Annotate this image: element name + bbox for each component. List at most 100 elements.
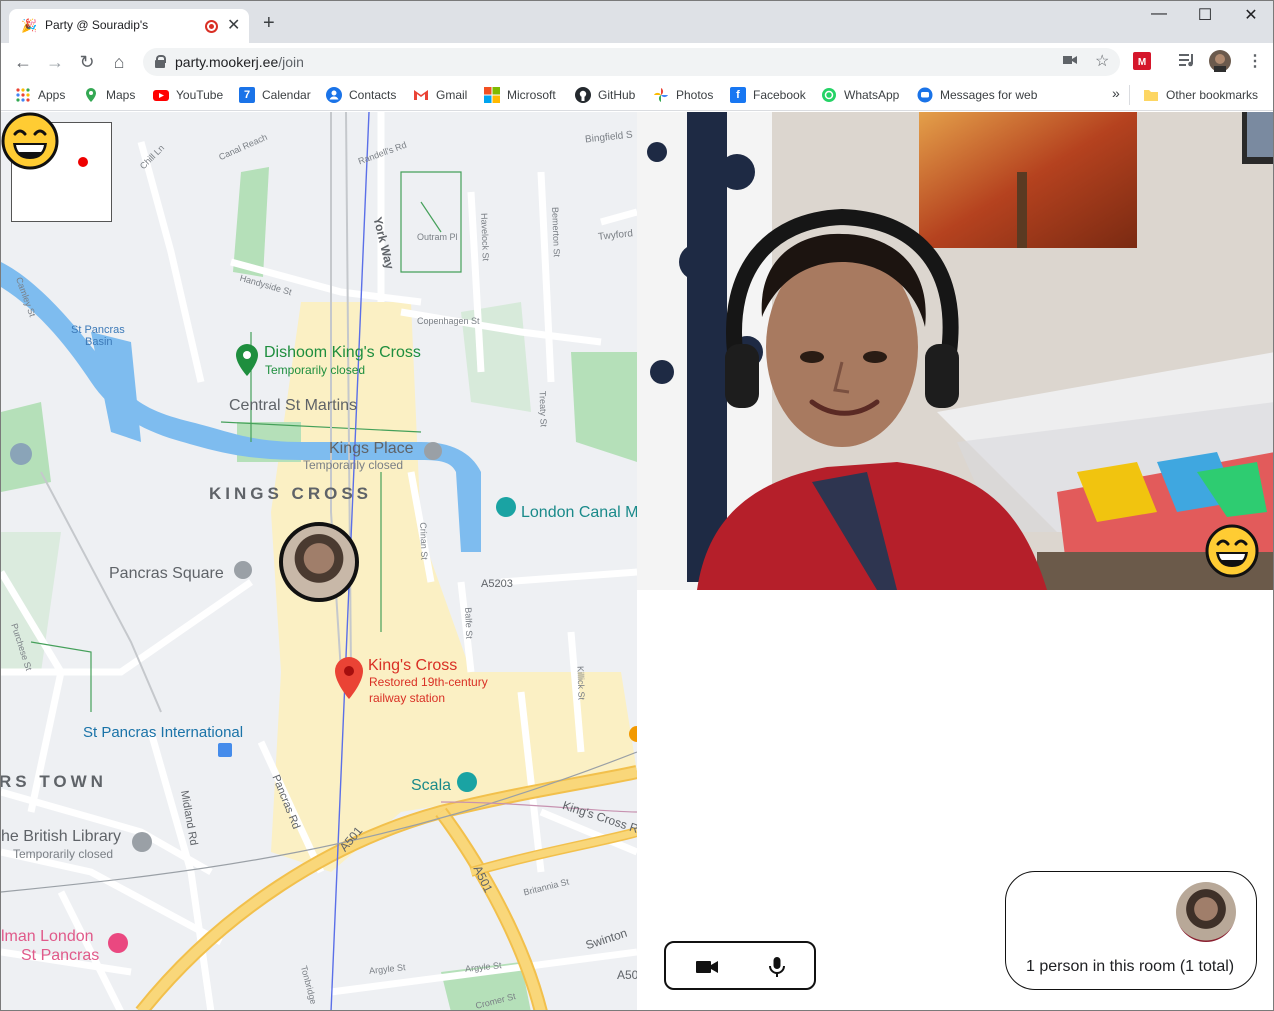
hotel-pin-icon xyxy=(108,933,128,953)
menu-kebab-icon[interactable]: ⋮ xyxy=(1247,51,1263,71)
close-window-button[interactable]: ✕ xyxy=(1228,5,1273,25)
camera-indicator-icon[interactable] xyxy=(1063,53,1077,69)
rail-icon xyxy=(218,743,232,757)
media-controls xyxy=(664,941,816,990)
place-label-kings-cross-station[interactable]: King's Cross xyxy=(368,657,457,675)
bookmark-whatsapp[interactable]: WhatsApp xyxy=(821,87,899,103)
video-camera-icon[interactable] xyxy=(695,956,719,978)
address-bar[interactable]: party.mookerj.ee/join ☆ xyxy=(143,48,1120,76)
forward-button[interactable]: → xyxy=(43,51,67,73)
calendar-icon: 7 xyxy=(239,87,255,103)
bookmark-youtube[interactable]: YouTube xyxy=(153,87,223,103)
place-label-pancras-square[interactable]: Pancras Square xyxy=(109,565,224,583)
url-text: party.mookerj.ee/join xyxy=(175,54,304,70)
home-button[interactable]: ⌂ xyxy=(107,51,131,73)
street-label: Bemerton St xyxy=(550,206,562,258)
local-video-feed xyxy=(637,112,1273,590)
close-tab-icon[interactable]: ✕ xyxy=(227,15,240,35)
github-icon xyxy=(575,87,591,103)
pancras-square-pin-icon xyxy=(234,561,252,579)
maximize-button[interactable]: ☐ xyxy=(1182,5,1228,25)
road-label: A50 xyxy=(617,968,637,982)
canal-museum-pin-icon xyxy=(496,497,516,517)
place-sublabel-british-library: Temporarily closed xyxy=(13,847,114,861)
extension-icon[interactable]: M xyxy=(1133,52,1151,73)
place-label-dishoom[interactable]: Dishoom King's Cross xyxy=(264,344,421,362)
bookmarks-divider xyxy=(1129,85,1130,105)
street-label: Crinan St xyxy=(418,522,430,560)
facebook-icon: f xyxy=(730,87,746,103)
bookmark-microsoft[interactable]: Microsoft xyxy=(484,87,556,103)
youtube-icon xyxy=(153,87,169,103)
kingsplace-pin-icon xyxy=(424,442,442,460)
area-label-somers-town: RS TOWN xyxy=(1,772,107,791)
bookmark-gmail[interactable]: Gmail xyxy=(413,87,467,103)
profile-avatar[interactable] xyxy=(1209,50,1231,75)
bookmark-facebook[interactable]: f Facebook xyxy=(730,87,806,103)
area-label-kings-cross: KINGS CROSS xyxy=(209,484,373,503)
minimize-button[interactable]: — xyxy=(1136,5,1182,23)
place-sublabel-kings-cross-2: railway station xyxy=(369,691,446,705)
lock-icon xyxy=(155,55,166,68)
place-label-scala[interactable]: Scala xyxy=(411,777,451,795)
place-label-st-pancras-intl[interactable]: St Pancras International xyxy=(83,724,243,741)
svg-text:M: M xyxy=(1138,57,1146,68)
place-label-basin: St Pancras Basin xyxy=(71,324,125,348)
street-label: Havelock St xyxy=(479,212,491,262)
whatsapp-icon xyxy=(821,87,837,103)
media-control-icon[interactable] xyxy=(1179,53,1195,70)
left-edge-pin-icon xyxy=(10,443,32,465)
video-frame xyxy=(637,112,1273,590)
room-member-avatar[interactable] xyxy=(1176,882,1236,942)
browser-window: 🎉 Party @ Souradip's ✕ + — ☐ ✕ ← → ↻ ⌂ p… xyxy=(0,0,1274,1011)
bookmark-contacts[interactable]: Contacts xyxy=(326,87,396,103)
microsoft-icon xyxy=(484,87,500,103)
title-bar: 🎉 Party @ Souradip's ✕ + — ☐ ✕ xyxy=(1,1,1273,43)
bookmark-photos[interactable]: Photos xyxy=(653,87,713,103)
user-avatar-on-map[interactable] xyxy=(279,522,359,602)
street-label: Copenhagen St xyxy=(417,316,480,326)
bookmark-apps[interactable]: Apps xyxy=(15,87,65,103)
road-label: A5203 xyxy=(481,578,513,590)
party-popper-icon: 🎉 xyxy=(21,18,38,33)
bookmarks-overflow-button[interactable]: » xyxy=(1112,85,1120,101)
back-button[interactable]: ← xyxy=(11,51,35,73)
maps-pin-icon xyxy=(83,87,99,103)
street-label: Balfe St xyxy=(463,607,475,639)
scala-pin-icon xyxy=(457,772,477,792)
photos-pinwheel-icon xyxy=(653,87,669,103)
street-label: Outram Pl xyxy=(417,232,458,242)
browser-tab[interactable]: 🎉 Party @ Souradip's ✕ xyxy=(9,9,249,43)
bookmark-calendar[interactable]: 7 Calendar xyxy=(239,87,311,103)
new-tab-button[interactable]: + xyxy=(263,13,275,33)
bookmark-messages[interactable]: Messages for web xyxy=(917,87,1037,103)
place-sublabel-kings-place: Temporarily closed xyxy=(303,458,404,472)
bookmark-other[interactable]: Other bookmarks xyxy=(1143,87,1258,103)
reload-button[interactable]: ↻ xyxy=(75,51,99,73)
folder-icon xyxy=(1143,87,1159,103)
toolbar: ← → ↻ ⌂ party.mookerj.ee/join ☆ M ⋮ xyxy=(1,43,1273,81)
gmail-icon xyxy=(413,87,429,103)
place-label-csm[interactable]: Central St Martins xyxy=(229,397,357,415)
grinning-face-emoji-icon xyxy=(1205,524,1259,578)
bookmark-star-icon[interactable]: ☆ xyxy=(1095,51,1109,71)
room-status-text: 1 person in this room (1 total) xyxy=(1026,958,1235,975)
place-label-canal-museum[interactable]: London Canal M xyxy=(521,504,637,522)
library-pin-icon xyxy=(132,832,152,852)
place-label-british-library[interactable]: he British Library xyxy=(1,828,121,846)
place-label-kings-place[interactable]: Kings Place xyxy=(329,440,414,458)
contacts-icon xyxy=(326,87,342,103)
tab-title: Party @ Souradip's xyxy=(45,18,149,32)
dishoom-pin-icon xyxy=(236,344,258,376)
place-sublabel-kings-cross: Restored 19th-century xyxy=(369,675,488,689)
microphone-icon[interactable] xyxy=(765,956,789,978)
bookmark-maps[interactable]: Maps xyxy=(83,87,135,103)
place-label-pullman[interactable]: lman London xyxy=(1,928,94,946)
bookmarks-bar: Apps Maps YouTube 7 Calendar Contacts Gma… xyxy=(1,81,1273,111)
bookmark-github[interactable]: GitHub xyxy=(575,87,635,103)
minimap-position-dot xyxy=(78,157,88,167)
place-sublabel-pullman: St Pancras xyxy=(21,947,100,964)
messages-icon xyxy=(917,87,933,103)
map-view[interactable]: Bingfield S Chill Ln Canal Reach Randell… xyxy=(1,112,637,1010)
recording-icon xyxy=(205,20,218,33)
